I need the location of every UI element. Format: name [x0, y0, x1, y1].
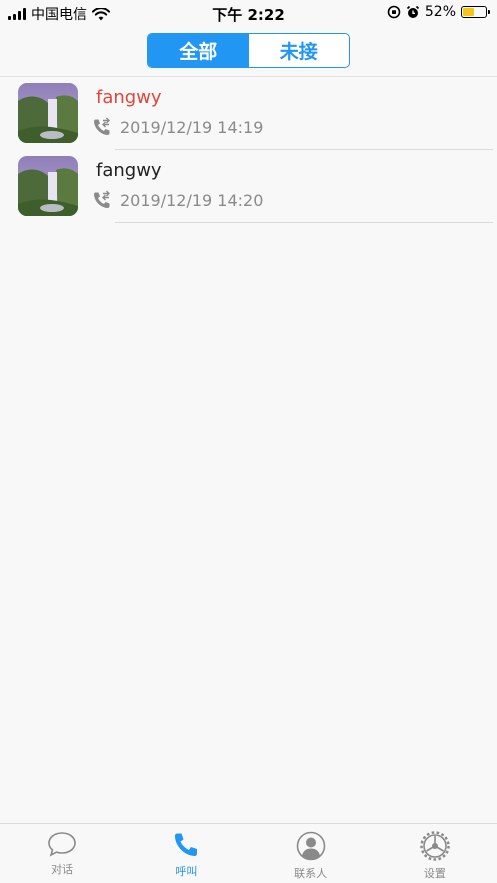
bottom-tab-bar: 对话 呼叫 联系人 设置 [0, 823, 497, 883]
phone-icon [175, 833, 198, 856]
battery-percent: 52% [424, 4, 456, 20]
call-filter-segmented-control: 全部 未接 [147, 33, 350, 68]
tab-label: 呼叫 [175, 865, 198, 878]
tab-settings[interactable]: 设置 [373, 824, 497, 883]
tab-label: 对话 [51, 863, 74, 876]
tab-missed[interactable]: 未接 [249, 34, 350, 67]
outgoing-call-icon [94, 117, 110, 135]
settings-gear-icon [420, 831, 450, 861]
tab-label: 设置 [423, 867, 446, 880]
outgoing-call-icon [94, 190, 110, 208]
battery-icon [461, 6, 490, 18]
call-meta: 2019/12/19 14:19 [92, 117, 263, 137]
avatar [18, 156, 78, 216]
alarm-clock-icon [406, 5, 419, 18]
orientation-lock-icon [387, 5, 401, 19]
caller-name: fangwy [96, 160, 162, 181]
caller-name: fangwy [96, 87, 162, 108]
tab-all[interactable]: 全部 [148, 34, 249, 67]
status-right: 52% [387, 4, 490, 20]
row-divider [115, 222, 493, 223]
call-meta: 2019/12/19 14:20 [92, 190, 263, 210]
waterfall-avatar-image [18, 156, 78, 216]
call-time: 2019/12/19 14:19 [120, 117, 264, 137]
tab-label: 联系人 [294, 867, 328, 880]
contact-icon [296, 831, 325, 861]
tab-chat[interactable]: 对话 [0, 824, 124, 883]
tab-call[interactable]: 呼叫 [124, 824, 248, 883]
status-bar: 中国电信 下午 2:22 52% [0, 0, 497, 26]
chat-bubble-icon [48, 832, 76, 857]
battery-level [463, 8, 475, 16]
call-row[interactable]: fangwy 2019/12/19 14:19 [0, 77, 497, 150]
waterfall-avatar-image [18, 83, 78, 143]
call-time: 2019/12/19 14:20 [120, 190, 264, 210]
call-list: fangwy 2019/12/19 14:19 fangwy 2019/12/1… [0, 77, 497, 223]
call-row[interactable]: fangwy 2019/12/19 14:20 [0, 150, 497, 223]
tab-contacts[interactable]: 联系人 [249, 824, 373, 883]
avatar [18, 83, 78, 143]
